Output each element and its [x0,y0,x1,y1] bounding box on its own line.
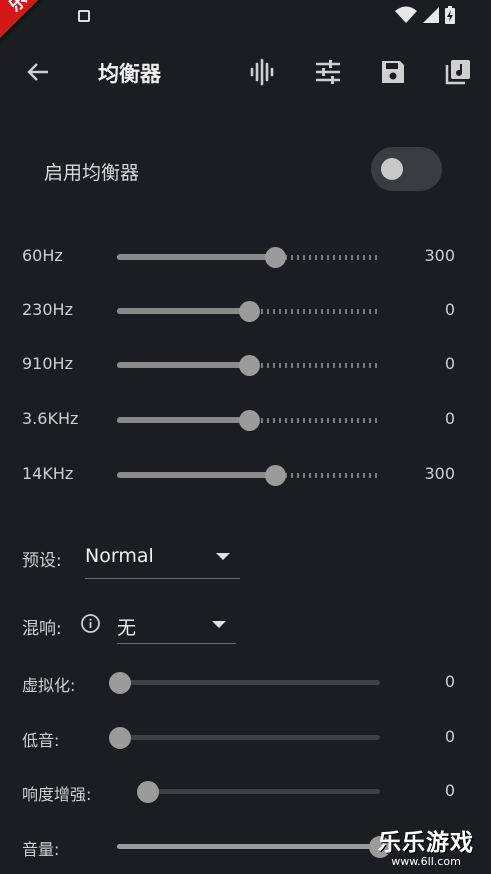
enable-equalizer-label: 启用均衡器 [44,162,140,184]
eq-band-slider-fill [117,472,275,478]
effect-label: 虚拟化: [22,676,76,695]
watermark: 乐乐游戏 www.6ll.com [367,823,485,868]
eq-band-row: 910Hz 0 [0,350,491,380]
page-title: 均衡器 [98,62,161,86]
eq-band-slider-thumb[interactable] [238,410,260,431]
eq-band-value: 0 [444,300,455,319]
app-bar: 均衡器 [0,40,491,104]
battery-icon [445,6,455,24]
eq-band-row: 3.6KHz 0 [0,405,491,435]
status-icons [395,6,455,24]
reverb-dropdown[interactable]: 无 [117,604,236,644]
dropdown-caret-icon [216,553,230,560]
effect-value: 0 [444,727,455,746]
eq-band-slider-thumb[interactable] [264,247,286,268]
enable-equalizer-toggle[interactable] [371,147,442,191]
eq-band-row: 60Hz 300 [0,242,491,272]
eq-band-row: 230Hz 0 [0,296,491,326]
info-icon[interactable] [80,613,101,634]
effect-value: 0 [444,781,455,800]
effect-row: 低音: 0 [0,723,491,753]
status-bar [0,0,491,32]
eq-band-value: 300 [424,246,455,265]
eq-band-slider-fill [117,254,275,260]
eq-band-value: 300 [424,464,455,483]
music-library-icon[interactable] [444,58,472,86]
notification-icon [78,10,90,22]
preset-dropdown[interactable]: Normal [85,536,240,579]
eq-band-slider-thumb[interactable] [264,465,286,486]
eq-band-slider-fill [117,417,249,423]
effect-slider-thumb[interactable] [137,781,159,803]
wifi-icon [395,6,417,23]
effect-label: 低音: [22,731,60,750]
dropdown-caret-icon [212,621,226,628]
effect-slider[interactable] [148,789,380,794]
eq-band-label: 910Hz [22,354,73,373]
effect-slider[interactable] [120,735,380,740]
eq-band-label: 60Hz [22,246,63,265]
eq-band-slider-thumb[interactable] [238,301,260,322]
eq-band-value: 0 [444,409,455,428]
effect-slider[interactable] [120,680,380,685]
effect-slider-fill [117,844,380,849]
eq-band-slider-fill [117,362,249,368]
eq-band-label: 230Hz [22,300,73,319]
waveform-icon[interactable] [248,58,276,86]
preset-value: Normal [85,545,154,567]
back-arrow-icon[interactable] [24,58,52,86]
effect-row: 虚拟化: 0 [0,668,491,698]
effect-label: 响度增强: [22,785,92,804]
preset-label: 预设: [22,551,62,571]
effect-row: 响度增强: 0 [0,777,491,807]
reverb-value: 无 [117,617,137,639]
effect-label: 音量: [22,840,60,859]
save-icon[interactable] [379,58,407,86]
toggle-knob [381,158,403,180]
eq-band-row: 14KHz 300 [0,460,491,490]
eq-band-label: 14KHz [22,464,74,483]
effect-value: 0 [444,672,455,691]
signal-icon [423,7,439,23]
eq-band-label: 3.6KHz [22,409,79,428]
effect-slider-thumb[interactable] [109,672,131,694]
watermark-text: 乐乐游戏 [378,830,474,856]
tune-sliders-icon[interactable] [314,58,342,86]
eq-band-slider-thumb[interactable] [238,355,260,376]
reverb-label: 混响: [22,619,62,639]
equalizer-screen: 均衡器 乐乐亲测 启用均衡器 [0,0,491,874]
effect-slider-thumb[interactable] [109,727,131,749]
eq-band-value: 0 [444,354,455,373]
eq-band-slider-fill [117,308,249,314]
